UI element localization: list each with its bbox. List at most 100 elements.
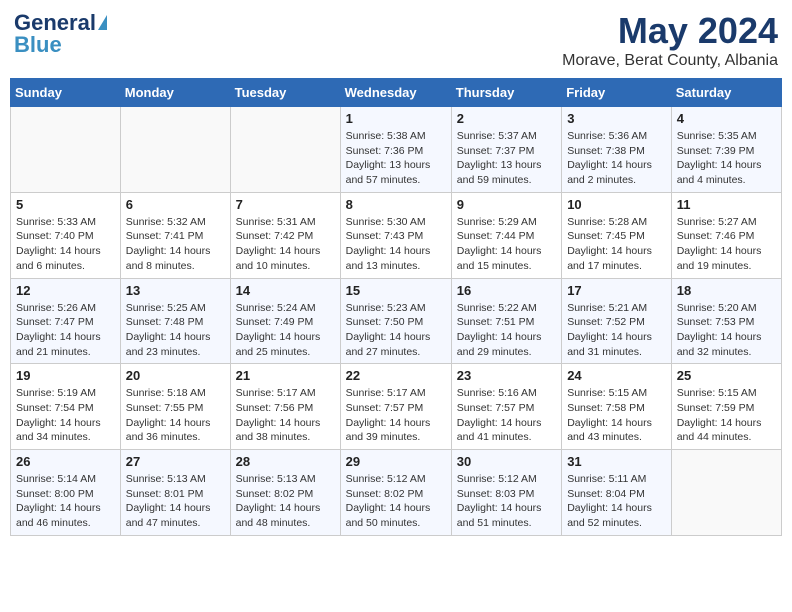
day-info: Sunrise: 5:20 AMSunset: 7:53 PMDaylight:…	[677, 301, 776, 360]
day-number: 21	[236, 368, 335, 383]
day-info-line: Daylight: 14 hours	[236, 245, 321, 257]
day-info-line: Sunset: 7:57 PM	[346, 402, 424, 414]
day-info-line: Daylight: 14 hours	[346, 417, 431, 429]
day-info: Sunrise: 5:17 AMSunset: 7:56 PMDaylight:…	[236, 386, 335, 445]
day-info-line: Sunset: 7:49 PM	[236, 316, 314, 328]
day-info-line: and 39 minutes.	[346, 431, 421, 443]
calendar-cell: 20Sunrise: 5:18 AMSunset: 7:55 PMDayligh…	[120, 364, 230, 450]
day-info-line: and 31 minutes.	[567, 346, 642, 358]
day-info: Sunrise: 5:26 AM Sunset: 7:47 PM Daylight:…	[16, 301, 115, 360]
day-info-line: and 27 minutes.	[346, 346, 421, 358]
day-info-line: Daylight: 14 hours	[236, 417, 321, 429]
calendar-cell: 6Sunrise: 5:32 AMSunset: 7:41 PMDaylight…	[120, 192, 230, 278]
calendar-cell: 7Sunrise: 5:31 AMSunset: 7:42 PMDaylight…	[230, 192, 340, 278]
day-info-line: Daylight: 14 hours	[457, 331, 542, 343]
day-info-line: and 57 minutes.	[346, 174, 421, 186]
day-of-week-header: Tuesday	[230, 79, 340, 107]
title-area: May 2024 Morave, Berat County, Albania	[562, 10, 778, 70]
day-info-line: Sunset: 7:40 PM	[16, 230, 94, 242]
day-info: Sunrise: 5:33 AM Sunset: 7:40 PM Daylight:…	[16, 215, 115, 274]
day-info-line: and 38 minutes.	[236, 431, 311, 443]
day-number: 29	[346, 454, 446, 469]
calendar-cell: 3Sunrise: 5:36 AMSunset: 7:38 PMDaylight…	[562, 107, 672, 193]
calendar-cell: 29 Sunrise: 5:12 AMSunset: 8:02 PMDayligh…	[340, 450, 451, 536]
calendar-week-row: 26Sunrise: 5:14 AMSunset: 8:00 PMDayligh…	[11, 450, 782, 536]
day-number: 31	[567, 454, 666, 469]
calendar-week-row: 12Sunrise: 5:26 AMSunset: 7:47 PMDayligh…	[11, 278, 782, 364]
day-info: Sunrise: 5:13 AMSunset: 8:02 PMDaylight:…	[236, 472, 335, 531]
day-number: 28	[236, 454, 335, 469]
day-info-line: Sunrise: 5:30 AM	[346, 216, 426, 228]
calendar-cell: 25 Sunrise: 5:15 AMSunset: 7:59 PMDayligh…	[671, 364, 781, 450]
day-info-line: Sunrise: 5:22 AM	[457, 302, 537, 314]
day-info: Sunrise: 5:15 AMSunset: 7:59 PMDaylight:…	[677, 386, 776, 445]
day-number: 26	[16, 454, 115, 469]
calendar-week-row: 5 Sunrise: 5:33 AM Sunset: 7:40 PM Daylight…	[11, 192, 782, 278]
day-info-line: Sunrise: 5:25 AM	[126, 302, 206, 314]
day-info-line: Sunrise: 5:37 AM	[457, 130, 537, 142]
calendar-table: SundayMondayTuesdayWednesdayThursdayFrid…	[10, 78, 782, 536]
day-info-line: Sunrise: 5:26 AM	[16, 302, 96, 314]
calendar-cell: 18Sunrise: 5:20 AMSunset: 7:53 PMDayligh…	[671, 278, 781, 364]
day-info-line: and 34 minutes.	[16, 431, 91, 443]
calendar-cell: 13Sunrise: 5:25 AMSunset: 7:48 PMDayligh…	[120, 278, 230, 364]
day-info-line: Sunset: 8:00 PM	[16, 488, 94, 500]
day-number: 19	[16, 368, 115, 383]
day-info-line: Sunset: 7:55 PM	[126, 402, 204, 414]
day-info-line: Sunrise: 5:38 AM	[346, 130, 426, 142]
calendar-cell: 8Sunrise: 5:30 AMSunset: 7:43 PMDaylight…	[340, 192, 451, 278]
calendar-cell: 5 Sunrise: 5:33 AM Sunset: 7:40 PM Daylight…	[11, 192, 121, 278]
month-title: May 2024	[562, 10, 778, 52]
day-info-line: Daylight: 14 hours	[16, 245, 101, 257]
day-info-line: Sunset: 7:52 PM	[567, 316, 645, 328]
day-info-line: Daylight: 14 hours	[16, 331, 101, 343]
day-info-line: Sunset: 7:44 PM	[457, 230, 535, 242]
calendar-cell	[120, 107, 230, 193]
day-info-line: and 23 minutes.	[126, 346, 201, 358]
day-info: Sunrise: 5:16 AMSunset: 7:57 PMDaylight:…	[457, 386, 556, 445]
day-info-line: Daylight: 14 hours	[677, 417, 762, 429]
day-info-line: Sunset: 7:43 PM	[346, 230, 424, 242]
page-header: General Blue May 2024 Morave, Berat Coun…	[10, 10, 782, 70]
day-info: Sunrise: 5:27 AMSunset: 7:46 PMDaylight:…	[677, 215, 776, 274]
day-info-line: Sunset: 7:47 PM	[16, 316, 94, 328]
calendar-cell: 19 Sunrise: 5:19 AMSunset: 7:54 PMDayligh…	[11, 364, 121, 450]
day-info-line: Sunrise: 5:27 AM	[677, 216, 757, 228]
day-number: 11	[677, 197, 776, 212]
day-info-line: Sunrise: 5:12 AM	[457, 473, 537, 485]
day-info-line: Sunrise: 5:14 AM	[16, 473, 96, 485]
day-info-line: and 29 minutes.	[457, 346, 532, 358]
day-info-line: and 47 minutes.	[126, 517, 201, 529]
day-info: Sunrise: 5:13 AMSunset: 8:01 PMDaylight:…	[126, 472, 225, 531]
day-number: 5	[16, 197, 115, 212]
day-info-line: and 51 minutes.	[457, 517, 532, 529]
day-info-line: Daylight: 14 hours	[677, 331, 762, 343]
day-info-line: Sunset: 7:51 PM	[457, 316, 535, 328]
day-number: 7	[236, 197, 335, 212]
day-info: Sunrise: 5:30 AMSunset: 7:43 PMDaylight:…	[346, 215, 446, 274]
calendar-cell: 23 Sunrise: 5:16 AMSunset: 7:57 PMDayligh…	[451, 364, 561, 450]
day-info-line: Sunrise: 5:17 AM	[346, 387, 426, 399]
day-info-line: Daylight: 14 hours	[126, 245, 211, 257]
day-number: 24	[567, 368, 666, 383]
day-info-line: and 13 minutes.	[346, 260, 421, 272]
calendar-cell	[11, 107, 121, 193]
day-info-line: and 41 minutes.	[457, 431, 532, 443]
day-info-line: Sunset: 7:39 PM	[677, 145, 755, 157]
day-info-line: Sunset: 7:59 PM	[677, 402, 755, 414]
calendar-week-row: 1Sunrise: 5:38 AMSunset: 7:36 PMDaylight…	[11, 107, 782, 193]
day-info: Sunrise: 5:12 AMSunset: 8:02 PMDaylight:…	[346, 472, 446, 531]
day-info: Sunrise: 5:19 AMSunset: 7:54 PMDaylight:…	[16, 386, 115, 445]
calendar-cell: 11 Sunrise: 5:27 AMSunset: 7:46 PMDayligh…	[671, 192, 781, 278]
day-info-line: Sunrise: 5:33 AM	[16, 216, 96, 228]
day-number: 23	[457, 368, 556, 383]
day-info: Sunrise: 5:11 AMSunset: 8:04 PMDaylight:…	[567, 472, 666, 531]
day-of-week-header: Monday	[120, 79, 230, 107]
day-info-line: Daylight: 14 hours	[457, 417, 542, 429]
day-number: 25	[677, 368, 776, 383]
day-info-line: and 4 minutes.	[677, 174, 746, 186]
day-info-line: Sunrise: 5:15 AM	[567, 387, 647, 399]
day-info-line: Sunset: 7:56 PM	[236, 402, 314, 414]
day-info-line: Sunrise: 5:36 AM	[567, 130, 647, 142]
day-info-line: and 59 minutes.	[457, 174, 532, 186]
